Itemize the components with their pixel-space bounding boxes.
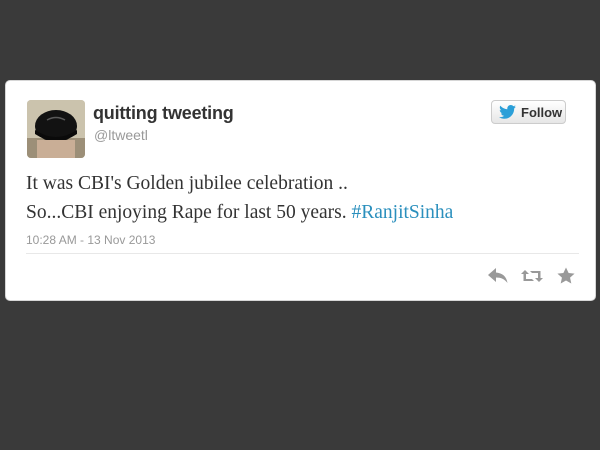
follow-button[interactable]: Follow bbox=[491, 100, 566, 124]
reply-button[interactable] bbox=[487, 265, 509, 287]
tweet-text-line-2: So...CBI enjoying Rape for last 50 years… bbox=[26, 198, 586, 227]
divider bbox=[26, 253, 579, 254]
avatar[interactable] bbox=[27, 100, 85, 158]
reply-icon bbox=[488, 268, 508, 283]
screen-name[interactable]: @ltweetl bbox=[94, 127, 148, 143]
follow-label: Follow bbox=[521, 104, 563, 120]
display-name[interactable]: quitting tweeting bbox=[93, 103, 234, 124]
avatar-image bbox=[27, 100, 85, 158]
hashtag-link[interactable]: #RanjitSinha bbox=[352, 202, 454, 223]
embedded-tweet-card: quitting tweeting @ltweetl Follow It was… bbox=[5, 80, 596, 301]
tweet-text: It was CBI's Golden jubilee celebration … bbox=[26, 169, 586, 227]
tweet-text-line-2-body: So...CBI enjoying Rape for last 50 years… bbox=[26, 202, 352, 223]
tweet-text-line-1: It was CBI's Golden jubilee celebration … bbox=[26, 173, 348, 194]
twitter-bird-icon bbox=[499, 105, 516, 119]
retweet-button[interactable] bbox=[521, 265, 543, 287]
retweet-icon bbox=[521, 270, 543, 282]
tweet-actions bbox=[487, 265, 577, 287]
timestamp-link[interactable]: 10:28 AM - 13 Nov 2013 bbox=[26, 233, 155, 247]
star-icon bbox=[557, 267, 575, 284]
favorite-button[interactable] bbox=[555, 265, 577, 287]
